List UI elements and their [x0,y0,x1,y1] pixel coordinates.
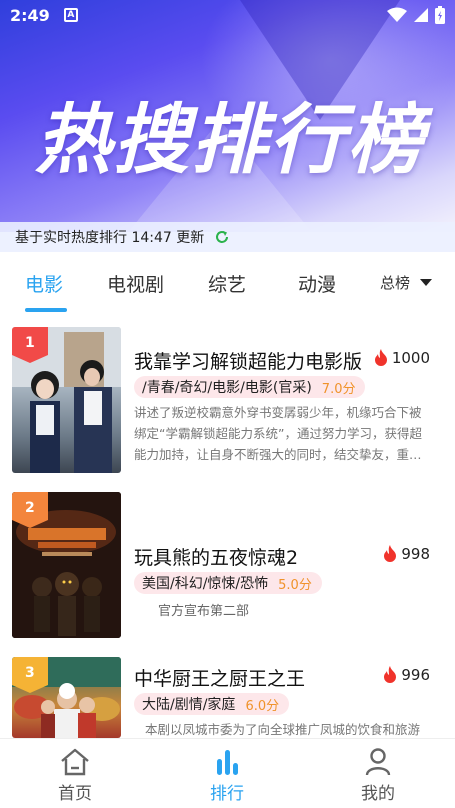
heat-score: 996 [382,666,430,684]
nav-ranking[interactable]: 排行 [182,747,272,804]
item-score: 6.0分 [245,698,280,714]
tab-movie[interactable]: 电影 [25,270,63,297]
rank-badge: 1 [12,327,48,363]
notification-icon: A [63,8,78,22]
movie-poster[interactable]: 3 [12,657,121,738]
bottom-navigation: 首页 排行 我的 [0,738,455,808]
status-bar: 2:49 A [0,0,455,30]
item-score: 7.0分 [321,381,356,397]
list-item[interactable]: 2 玩具熊的五夜惊魂2 998 美国/科幻/惊悚/恐怖 5.0分 官方宣布第二部 [0,492,455,652]
home-icon [61,748,89,776]
item-description: 讲述了叛逆校霸意外穿书变孱弱少年，机缘巧合下被绑定“学霸解锁超能力系统”，通过努… [134,405,422,462]
wifi-icon [387,7,407,22]
rank-badge: 2 [12,492,48,528]
status-icons [387,6,445,24]
nav-home[interactable]: 首页 [30,747,120,804]
signal-icon [414,8,428,22]
tab-tv-series[interactable]: 电视剧 [107,270,164,297]
item-note: 官方宣布第二部 [158,604,250,619]
range-select[interactable]: 总榜 [380,272,433,293]
hero-banner: 热搜排行榜 [0,0,455,232]
fire-icon [374,349,387,366]
movie-poster[interactable]: 2 [12,492,121,638]
refresh-icon[interactable] [214,229,230,245]
item-score: 5.0分 [278,577,312,593]
active-tab-indicator [25,308,67,312]
item-description: 本剧以凤城市委为了向全球推广凤城的饮食和旅游 [145,722,421,737]
movie-poster[interactable]: 1 [12,327,121,473]
item-tags: 大陆/剧情/家庭 6.0分 [134,693,290,715]
item-title[interactable]: 中华厨王之厨王之王 [134,664,305,691]
item-title[interactable]: 我靠学习解锁超能力电影版 [134,347,362,374]
ranking-icon [217,750,238,775]
heat-score: 998 [382,545,430,563]
tab-anime[interactable]: 动漫 [298,270,336,297]
profile-icon [365,748,391,776]
range-select-value: 总榜 [380,274,411,292]
fire-icon [384,545,397,562]
item-title[interactable]: 玩具熊的五夜惊魂2 [134,543,298,570]
heat-score: 1000 [373,349,430,367]
nav-profile[interactable]: 我的 [333,747,423,804]
item-tags: 美国/科幻/惊悚/恐怖 5.0分 [134,572,322,594]
rank-badge: 3 [12,657,48,693]
status-time: 2:49 [10,5,50,25]
item-tags: /青春/奇幻/电影/电影(官采) 7.0分 [134,376,366,398]
hero-title: 热搜排行榜 [35,95,425,184]
list-item[interactable]: 1 我靠学习解锁超能力电影版 1000 /青春/奇幻/电影/电影(官采) 7.0… [0,327,455,487]
tab-variety[interactable]: 综艺 [208,270,246,297]
update-info-bar: 基于实时热度排行 14:47 更新 [0,222,455,252]
fire-icon [384,666,397,683]
chevron-down-icon [420,279,433,286]
update-text: 基于实时热度排行 14:47 更新 [15,230,205,246]
battery-icon [435,6,445,24]
